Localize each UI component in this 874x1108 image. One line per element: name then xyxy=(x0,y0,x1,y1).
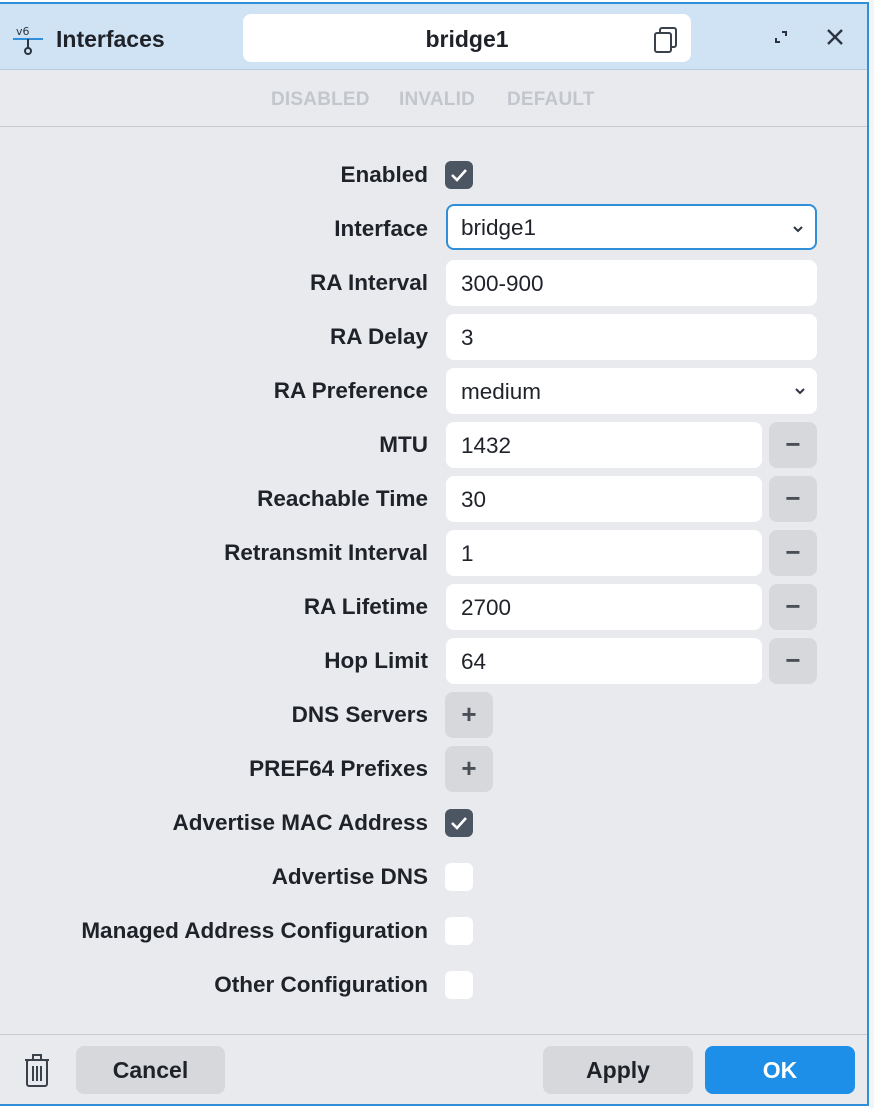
mtu-field[interactable]: 1432 xyxy=(446,422,762,468)
interface-name: bridge1 xyxy=(425,26,509,52)
retransmit-interval-remove-button[interactable]: − xyxy=(769,530,817,576)
ok-button[interactable]: OK xyxy=(705,1046,855,1094)
ra-interval-field[interactable]: 300-900 xyxy=(446,260,817,306)
dns-servers-add-button[interactable]: + xyxy=(445,692,493,738)
ra-interval-value: 300-900 xyxy=(461,271,544,296)
ipv6-network-icon: v6 xyxy=(13,25,43,55)
chevron-down-icon xyxy=(795,388,805,395)
ra-preference-select[interactable]: medium xyxy=(446,368,817,414)
ra-delay-value: 3 xyxy=(461,325,474,350)
ra-lifetime-value: 2700 xyxy=(461,595,512,620)
status-disabled: DISABLED xyxy=(271,89,370,110)
advertise-mac-label: Advertise MAC Address xyxy=(172,810,429,835)
background-window-edge xyxy=(869,0,874,1108)
status-default: DEFAULT xyxy=(507,89,595,110)
interface-select[interactable]: bridge1 xyxy=(446,204,817,250)
mtu-value: 1432 xyxy=(461,433,512,458)
ra-lifetime-remove-button[interactable]: − xyxy=(769,584,817,630)
other-config-checkbox[interactable] xyxy=(445,971,473,999)
status-flags: DISABLED INVALID DEFAULT xyxy=(0,71,867,127)
ra-lifetime-label: RA Lifetime xyxy=(303,594,428,619)
close-icon[interactable] xyxy=(822,24,848,50)
advertise-mac-checkbox[interactable] xyxy=(445,809,473,837)
advertise-dns-checkbox[interactable] xyxy=(445,863,473,891)
retransmit-interval-value: 1 xyxy=(461,541,474,566)
managed-address-label: Managed Address Configuration xyxy=(81,918,428,943)
title-bar[interactable]: v6 Interfaces bridge1 xyxy=(0,4,867,70)
mtu-label: MTU xyxy=(379,432,428,457)
advertise-dns-label: Advertise DNS xyxy=(271,864,428,889)
retransmit-interval-label: Retransmit Interval xyxy=(224,540,428,565)
hop-limit-value: 64 xyxy=(461,649,487,674)
mtu-remove-button[interactable]: − xyxy=(769,422,817,468)
dns-servers-label: DNS Servers xyxy=(291,702,428,727)
interface-label: Interface xyxy=(334,216,428,241)
reachable-time-label: Reachable Time xyxy=(257,486,428,511)
checkmark-icon xyxy=(451,817,467,830)
interface-value: bridge1 xyxy=(461,215,537,240)
pref64-prefixes-label: PREF64 Prefixes xyxy=(249,756,428,781)
app-title: Interfaces xyxy=(56,26,165,52)
ra-delay-field[interactable]: 3 xyxy=(446,314,817,360)
expand-icon[interactable] xyxy=(768,24,794,50)
status-invalid: INVALID xyxy=(399,89,475,110)
enabled-label: Enabled xyxy=(340,162,428,187)
ra-lifetime-field[interactable]: 2700 xyxy=(446,584,762,630)
checkmark-icon xyxy=(451,169,467,182)
apply-button[interactable]: Apply xyxy=(543,1046,693,1094)
trash-icon[interactable] xyxy=(22,1053,52,1089)
other-config-label: Other Configuration xyxy=(214,972,428,997)
reachable-time-value: 30 xyxy=(461,487,487,512)
managed-address-checkbox[interactable] xyxy=(445,917,473,945)
enabled-checkbox[interactable] xyxy=(445,161,473,189)
hop-limit-remove-button[interactable]: − xyxy=(769,638,817,684)
hop-limit-label: Hop Limit xyxy=(324,648,428,673)
cancel-button[interactable]: Cancel xyxy=(76,1046,225,1094)
ra-interval-label: RA Interval xyxy=(310,270,428,295)
retransmit-interval-field[interactable]: 1 xyxy=(446,530,762,576)
interface-name-box[interactable]: bridge1 xyxy=(243,14,691,62)
chevron-down-icon xyxy=(793,226,803,233)
ra-delay-label: RA Delay xyxy=(330,324,428,349)
ra-preference-label: RA Preference xyxy=(273,378,428,403)
hop-limit-field[interactable]: 64 xyxy=(446,638,762,684)
dialog-footer: Cancel Apply OK xyxy=(0,1034,867,1106)
ra-preference-value: medium xyxy=(461,379,542,404)
pref64-prefixes-add-button[interactable]: + xyxy=(445,746,493,792)
copy-icon[interactable] xyxy=(651,24,681,54)
svg-text:v6: v6 xyxy=(16,25,30,38)
interface-dialog: v6 Interfaces bridge1 DISABLED INVALID D… xyxy=(0,2,869,1106)
reachable-time-remove-button[interactable]: − xyxy=(769,476,817,522)
reachable-time-field[interactable]: 30 xyxy=(446,476,762,522)
